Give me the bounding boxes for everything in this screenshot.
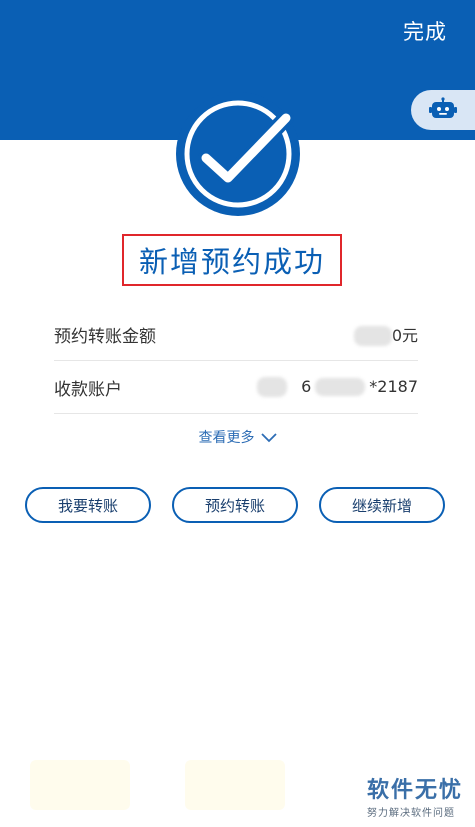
success-title-box: 新增预约成功: [122, 234, 342, 286]
amount-value-text: 0元: [391, 325, 418, 345]
see-more-label: 查看更多: [198, 430, 255, 446]
account-suffix: *2187: [369, 376, 418, 396]
amount-row: 预约转账金额 0元: [54, 308, 418, 361]
payee-account-row: 收款账户 6 *2187: [54, 361, 418, 414]
payee-account-value: 6 *2187: [257, 377, 418, 398]
transfer-button[interactable]: 我要转账: [25, 487, 151, 523]
masked-account-middle: [315, 378, 366, 397]
amount-value: 0元: [353, 322, 418, 347]
assistant-button[interactable]: [411, 90, 475, 130]
chevron-down-icon: [260, 433, 277, 443]
watermark: 软件无忧 努力解决软件问题: [367, 772, 463, 819]
masked-payee-name: [257, 377, 288, 398]
faded-shortcut-middle: [185, 760, 285, 810]
watermark-subtitle: 努力解决软件问题: [366, 808, 455, 819]
account-prefix: 6: [301, 376, 312, 396]
checkmark-circle-icon: [184, 100, 294, 208]
scheduled-transfer-button[interactable]: 预约转账: [172, 487, 298, 523]
amount-label: 预约转账金额: [54, 326, 156, 347]
done-button[interactable]: 完成: [403, 16, 447, 46]
faded-shortcut-left: [30, 760, 130, 810]
robot-icon: [429, 97, 457, 118]
success-badge: [176, 92, 300, 216]
see-more-link[interactable]: 查看更多: [0, 427, 475, 447]
success-title: 新增预约成功: [138, 245, 325, 279]
payee-account-label: 收款账户: [54, 379, 122, 400]
masked-amount: [353, 326, 392, 347]
continue-add-button[interactable]: 继续新增: [319, 487, 445, 523]
watermark-title: 软件无忧: [366, 778, 463, 803]
